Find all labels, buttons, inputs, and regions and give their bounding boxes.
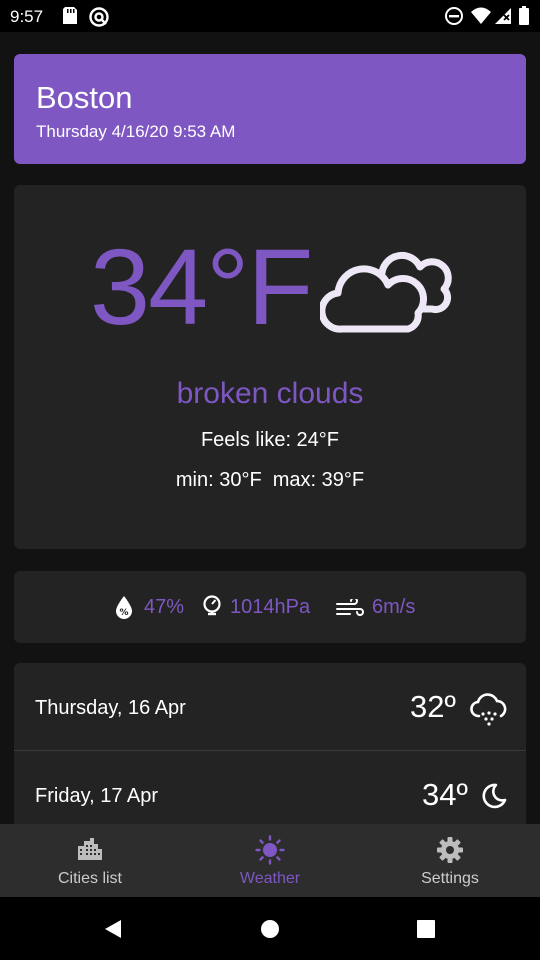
svg-text:%: % bbox=[119, 608, 128, 618]
nav-label-weather: Weather bbox=[239, 870, 301, 887]
nav-label-cities: Cities list bbox=[57, 870, 122, 887]
pressure-value: 1014hPa bbox=[230, 596, 311, 618]
city-icon bbox=[78, 838, 102, 860]
weather-details-card: % 47% 1014hPa 6m/s bbox=[14, 571, 526, 643]
forecast-row[interactable]: Thursday, 16 Apr 32º bbox=[14, 663, 526, 750]
city-datetime: Thursday 4/16/20 9:53 AM bbox=[36, 122, 236, 141]
wind-value: 6m/s bbox=[372, 596, 416, 618]
home-icon[interactable] bbox=[259, 918, 281, 940]
nav-weather[interactable]: Weather bbox=[180, 824, 360, 897]
min-max-temperature: min: 30°F max: 39°F bbox=[175, 469, 365, 491]
recents-icon[interactable] bbox=[415, 918, 437, 940]
wind-icon bbox=[336, 599, 364, 616]
snow-cloud-icon bbox=[470, 693, 507, 726]
dnd-icon bbox=[445, 7, 463, 25]
nav-cities-list[interactable]: Cities list bbox=[0, 824, 180, 897]
bottom-navigation: Cities list Weather Settings bbox=[0, 824, 540, 897]
forecast-temperature: 32º bbox=[410, 689, 456, 724]
feels-like: Feels like: 24°F bbox=[200, 429, 340, 451]
sd-card-icon bbox=[63, 7, 77, 24]
broken-clouds-icon bbox=[320, 251, 452, 333]
battery-icon bbox=[519, 6, 529, 25]
sun-icon bbox=[255, 835, 285, 865]
humidity-value: 47% bbox=[144, 596, 185, 618]
forecast-temperature: 34º bbox=[422, 777, 468, 812]
back-icon[interactable] bbox=[102, 918, 124, 940]
sync-icon bbox=[89, 7, 109, 27]
forecast-day: Friday, 17 Apr bbox=[35, 785, 159, 807]
status-time: 9:57 bbox=[10, 7, 44, 26]
system-navigation-bar bbox=[0, 897, 540, 960]
pressure-gauge-icon bbox=[203, 595, 221, 616]
moon-icon bbox=[482, 783, 507, 809]
signal-icon bbox=[495, 8, 511, 24]
city-header-card: Boston Thursday 4/16/20 9:53 AM bbox=[14, 54, 526, 164]
current-weather-card: 34°F broken clouds Feels like: 24°F min:… bbox=[14, 185, 526, 549]
status-bar: 9:57 bbox=[0, 0, 540, 32]
nav-label-settings: Settings bbox=[421, 870, 479, 887]
nav-settings[interactable]: Settings bbox=[360, 824, 540, 897]
humidity-icon: % bbox=[116, 596, 132, 619]
city-name: Boston bbox=[36, 80, 133, 115]
gear-icon bbox=[437, 837, 463, 863]
weather-description: broken clouds bbox=[176, 377, 364, 410]
wifi-icon bbox=[471, 7, 491, 24]
current-temperature: 34°F bbox=[90, 226, 313, 347]
forecast-day: Thursday, 16 Apr bbox=[35, 697, 186, 719]
